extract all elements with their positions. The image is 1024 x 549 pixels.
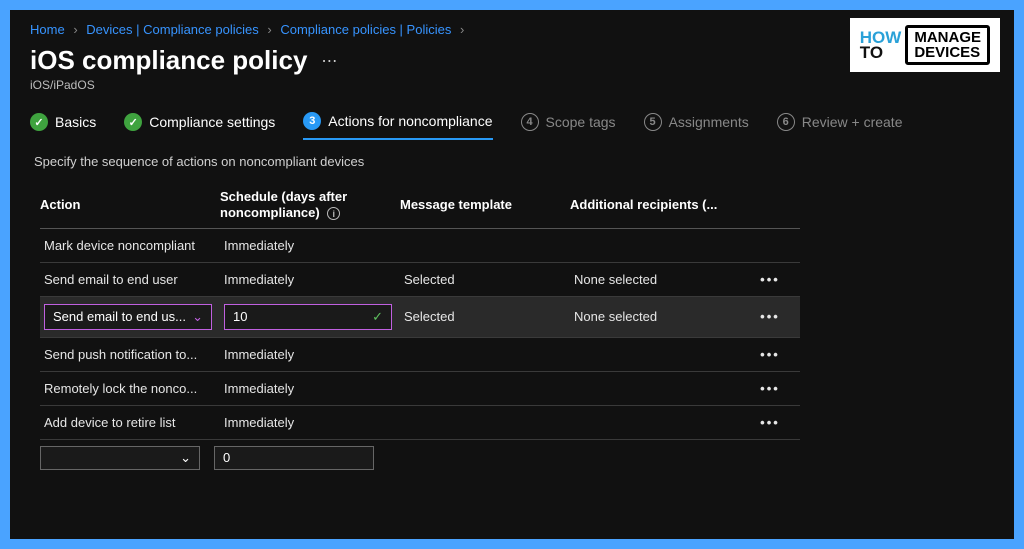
cell-action: Remotely lock the nonco... (40, 374, 220, 403)
chevron-right-icon: › (73, 22, 77, 37)
actions-table: Action Schedule (days after noncomplianc… (40, 183, 800, 470)
cell-schedule: Immediately (220, 231, 400, 260)
cell-action-edit: Send email to end us... ⌄ (40, 297, 220, 337)
col-action: Action (40, 197, 220, 213)
step-compliance-settings[interactable]: Compliance settings (124, 113, 275, 139)
page-title: iOS compliance policy (30, 45, 307, 76)
check-icon (124, 113, 142, 131)
table-row[interactable]: Send push notification to... Immediately… (40, 338, 800, 372)
chevron-right-icon: › (267, 22, 271, 37)
table-row[interactable]: Send email to end user Immediately Selec… (40, 263, 800, 297)
branding-logo: HOWTO MANAGEDEVICES (850, 18, 1000, 72)
cell-template (400, 415, 570, 429)
cell-recipients-link[interactable]: None selected (570, 302, 750, 331)
row-menu (750, 238, 790, 252)
crumb-devices[interactable]: Devices | Compliance policies (86, 22, 258, 37)
cell-schedule: Immediately (220, 340, 400, 369)
check-icon (30, 113, 48, 131)
cell-action: Send push notification to... (40, 340, 220, 369)
page-subtitle: iOS/iPadOS (30, 78, 994, 92)
col-template: Message template (400, 197, 570, 213)
cell-action: Mark device noncompliant (40, 231, 220, 260)
cell-action: Send email to end user (40, 265, 220, 294)
table-row[interactable]: Mark device noncompliant Immediately (40, 229, 800, 263)
step-review-create[interactable]: 6 Review + create (777, 113, 903, 139)
chevron-down-icon: ⌄ (180, 450, 191, 466)
chevron-right-icon: › (460, 22, 464, 37)
cell-recipients (570, 381, 750, 395)
step-scope-tags[interactable]: 4 Scope tags (521, 113, 616, 139)
input-value: 0 (223, 450, 230, 465)
step-number-badge: 5 (644, 113, 662, 131)
step-actions-noncompliance[interactable]: 3 Actions for noncompliance (303, 112, 492, 140)
row-menu-button[interactable]: ••• (750, 265, 790, 294)
step-number-badge: 4 (521, 113, 539, 131)
cell-schedule: Immediately (220, 265, 400, 294)
row-menu-button[interactable]: ••• (750, 374, 790, 403)
wizard-steps: Basics Compliance settings 3 Actions for… (30, 112, 994, 140)
cell-template-link[interactable]: Selected (400, 265, 570, 294)
schedule-input[interactable]: 10 ✓ (224, 304, 392, 330)
cell-recipients (570, 415, 750, 429)
cell-template-link[interactable]: Selected (400, 302, 570, 331)
cell-schedule-edit: 10 ✓ (220, 297, 400, 337)
new-schedule-input[interactable]: 0 (214, 446, 374, 470)
step-number-badge: 6 (777, 113, 795, 131)
cell-schedule: Immediately (220, 374, 400, 403)
more-icon[interactable]: ⋯ (321, 51, 339, 71)
step-number-badge: 3 (303, 112, 321, 130)
crumb-policies[interactable]: Compliance policies | Policies (280, 22, 451, 37)
col-schedule: Schedule (days after noncompliance) i (220, 189, 400, 222)
new-action-dropdown[interactable]: ⌄ (40, 446, 200, 470)
cell-recipients (570, 238, 750, 252)
action-dropdown[interactable]: Send email to end us... ⌄ (44, 304, 212, 330)
logo-manage-devices: MANAGEDEVICES (905, 25, 990, 65)
step-assignments[interactable]: 5 Assignments (644, 113, 749, 139)
cell-template (400, 238, 570, 252)
info-icon[interactable]: i (327, 207, 340, 220)
policy-editor-window: HOWTO MANAGEDEVICES Home › Devices | Com… (10, 10, 1014, 539)
new-row: ⌄ 0 (40, 446, 800, 470)
cell-template (400, 347, 570, 361)
table-row[interactable]: Remotely lock the nonco... Immediately •… (40, 372, 800, 406)
row-menu-button[interactable]: ••• (750, 340, 790, 369)
row-menu-button[interactable]: ••• (750, 408, 790, 437)
cell-recipients-link[interactable]: None selected (570, 265, 750, 294)
cell-schedule: Immediately (220, 408, 400, 437)
cell-action: Add device to retire list (40, 408, 220, 437)
cell-template (400, 381, 570, 395)
check-icon: ✓ (372, 309, 383, 325)
input-value: 10 (233, 309, 247, 324)
table-header: Action Schedule (days after noncomplianc… (40, 183, 800, 229)
section-description: Specify the sequence of actions on nonco… (34, 154, 994, 169)
cell-recipients (570, 347, 750, 361)
logo-how: HOWTO (860, 30, 902, 61)
table-row[interactable]: Add device to retire list Immediately ••… (40, 406, 800, 440)
dropdown-value: Send email to end us... (53, 309, 186, 324)
row-menu-button[interactable]: ••• (750, 302, 790, 331)
table-row[interactable]: Send email to end us... ⌄ 10 ✓ Selected … (40, 297, 800, 338)
crumb-home[interactable]: Home (30, 22, 65, 37)
step-basics[interactable]: Basics (30, 113, 96, 139)
chevron-down-icon: ⌄ (192, 309, 203, 325)
col-recipients: Additional recipients (... (570, 197, 750, 213)
